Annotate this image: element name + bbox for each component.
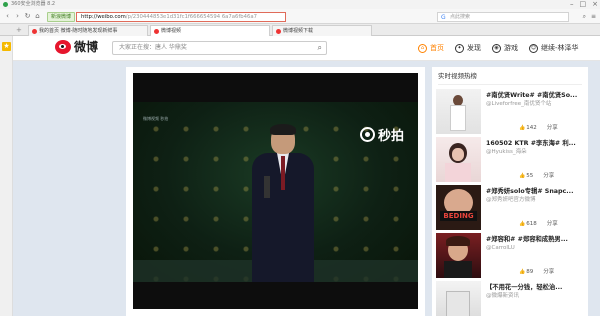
video-title[interactable]: #南优贤Write# #南优贤So... — [486, 91, 584, 100]
video-author[interactable]: @CarrolLU — [486, 244, 515, 252]
like-count[interactable]: 55 — [519, 172, 533, 180]
divider — [438, 84, 582, 85]
like-count[interactable]: 142 — [519, 124, 537, 132]
video-thumbnail[interactable] — [436, 233, 481, 278]
user-icon: ☺ — [529, 43, 538, 53]
video-thumbnail[interactable] — [436, 137, 481, 182]
list-item[interactable]: 【不用花一分钱，轻松治... @微爆新资讯 — [436, 281, 586, 316]
video-title[interactable]: 【不用花一分钱，轻松治... — [486, 283, 584, 292]
like-count[interactable]: 618 — [519, 220, 537, 228]
weibo-search-input[interactable]: 大家正在搜：唐人 华鼎奖 ⌕ — [112, 41, 327, 55]
url-path: /p/230444853e1d31fc1f666654594 6a7a6fb46… — [125, 14, 258, 20]
browser-logo-icon — [3, 2, 8, 7]
maximize-icon[interactable]: □ — [580, 0, 587, 9]
tab-my-home[interactable]: 我的首页 微博-随时随地发现新鲜事 — [28, 25, 148, 36]
menu-icon[interactable]: ≡ — [591, 12, 596, 21]
nav-discover[interactable]: ✦ 发现 — [455, 42, 481, 54]
browser-tabbar: + 我的首页 微博-随时随地发现新鲜事 微博视频 微博视频下载 — [0, 24, 600, 36]
list-item[interactable]: 160502 KTR #李东海# 利... @Hyukiss_海朵 55 分享 — [436, 137, 586, 183]
address-bar[interactable]: http://weibo.com/p/230444853e1d31fc1f666… — [76, 12, 286, 22]
share-link[interactable]: 分享 — [543, 172, 554, 180]
weibo-search-placeholder: 大家正在搜：唐人 华鼎奖 — [119, 44, 187, 51]
weibo-header: 微博 大家正在搜：唐人 华鼎奖 ⌕ ⌂ 首页 ✦ 发现 ◉ 游戏 ☺ 继续-林泽… — [13, 36, 600, 61]
like-count[interactable]: 89 — [519, 268, 533, 276]
list-item[interactable]: #郑容和# #郑容和成熟男... @CarrolLU 89 分享 — [436, 233, 586, 279]
secure-badge[interactable]: 新浪微博 — [47, 12, 76, 22]
back-icon[interactable]: ‹ — [3, 12, 12, 21]
nav-user[interactable]: ☺ 继续-林泽华 — [529, 42, 579, 54]
share-link[interactable]: 分享 — [543, 268, 554, 276]
video-card: 微博视频 秒拍 秒拍 — [126, 67, 425, 316]
browser-search-placeholder: 点此搜索 — [450, 14, 471, 20]
browser-side-strip — [0, 36, 13, 316]
video-small-watermark: 微博视频 秒拍 — [143, 116, 169, 121]
nav-home-label: 首页 — [430, 44, 444, 52]
share-link[interactable]: 分享 — [547, 220, 558, 228]
weibo-logo-text: 微博 — [74, 40, 99, 54]
refresh-icon[interactable]: ↻ — [23, 12, 32, 21]
video-author[interactable]: @郑秀妍吧官方微博 — [486, 196, 536, 204]
list-item[interactable]: #南优贤Write# #南优贤So... @Liveforfree_南优贤个站 … — [436, 89, 586, 135]
video-thumbnail[interactable] — [436, 281, 481, 316]
weibo-favicon-icon — [154, 29, 159, 34]
forward-icon[interactable]: › — [13, 12, 22, 21]
browser-titlebar: 360安全浏览器 8.2 – □ × — [0, 0, 600, 9]
weibo-eye-icon — [55, 40, 71, 54]
weibo-logo[interactable]: 微博 — [55, 40, 98, 54]
microphone-icon — [264, 176, 270, 198]
tab-label: 我的首页 微博-随时随地发现新鲜事 — [39, 28, 118, 34]
tab-label: 微博视频 — [161, 28, 182, 34]
tab-label: 微博视频下载 — [283, 28, 314, 34]
compass-icon: ✦ — [455, 43, 464, 53]
search-engine-icon: G — [441, 14, 446, 21]
search-icon[interactable]: ⌕ — [583, 12, 586, 21]
tab-weibo-video[interactable]: 微博视频 — [150, 25, 270, 36]
video-title[interactable]: #郑容和# #郑容和成熟男... — [486, 235, 584, 244]
video-title[interactable]: #郑秀妍solo专辑# Snapc... — [486, 187, 584, 196]
home-icon[interactable]: ⌂ — [33, 12, 42, 21]
weibo-favicon-icon — [276, 29, 281, 34]
home-icon: ⌂ — [418, 43, 427, 53]
search-icon[interactable]: ⌕ — [318, 42, 322, 54]
nav-user-label: 继续-林泽华 — [541, 44, 579, 52]
miaopai-watermark: 秒拍 — [359, 125, 404, 144]
browser-navbar: ‹ › ↻ ⌂ 新浪微博 http://weibo.com/p/23044485… — [0, 9, 600, 24]
new-tab-icon[interactable]: + — [16, 25, 22, 35]
nav-discover-label: 发现 — [467, 44, 481, 52]
watermark-text: 秒拍 — [377, 129, 404, 144]
list-item[interactable]: BEDING #郑秀妍solo专辑# Snapc... @郑秀妍吧官方微博 61… — [436, 185, 586, 231]
speaker-figure — [248, 124, 318, 282]
video-title[interactable]: 160502 KTR #李东海# 利... — [486, 139, 584, 148]
video-author[interactable]: @微爆新资讯 — [486, 292, 519, 300]
sidebar-title: 实时视频热榜 — [438, 72, 477, 80]
video-thumbnail[interactable]: BEDING — [436, 185, 481, 230]
nav-home[interactable]: ⌂ 首页 — [418, 42, 444, 54]
video-thumbnail[interactable] — [436, 89, 481, 134]
share-link[interactable]: 分享 — [547, 124, 558, 132]
nav-games-label: 游戏 — [504, 44, 518, 52]
close-icon[interactable]: × — [592, 0, 598, 9]
favorites-star-icon[interactable]: ★ — [2, 42, 11, 51]
hot-video-sidebar: 实时视频热榜 #南优贤Write# #南优贤So... @Liveforfree… — [432, 67, 588, 316]
gamepad-icon: ◉ — [492, 43, 501, 53]
browser-title: 360安全浏览器 8.2 — [11, 1, 56, 7]
nav-games[interactable]: ◉ 游戏 — [492, 42, 518, 54]
video-author[interactable]: @Hyukiss_海朵 — [486, 148, 527, 156]
video-player[interactable]: 微博视频 秒拍 秒拍 — [133, 73, 418, 309]
browser-search-input[interactable]: G 点此搜索 — [437, 12, 569, 22]
video-author[interactable]: @Liveforfree_南优贤个站 — [486, 100, 551, 108]
tab-video-download[interactable]: 微博视频下载 — [272, 25, 372, 36]
weibo-nav: ⌂ 首页 ✦ 发现 ◉ 游戏 ☺ 继续-林泽华 — [418, 42, 579, 54]
weibo-favicon-icon — [32, 29, 37, 34]
minimize-icon[interactable]: – — [570, 0, 574, 9]
url-host: http://weibo.com — [81, 14, 126, 20]
camera-icon — [359, 127, 375, 142]
